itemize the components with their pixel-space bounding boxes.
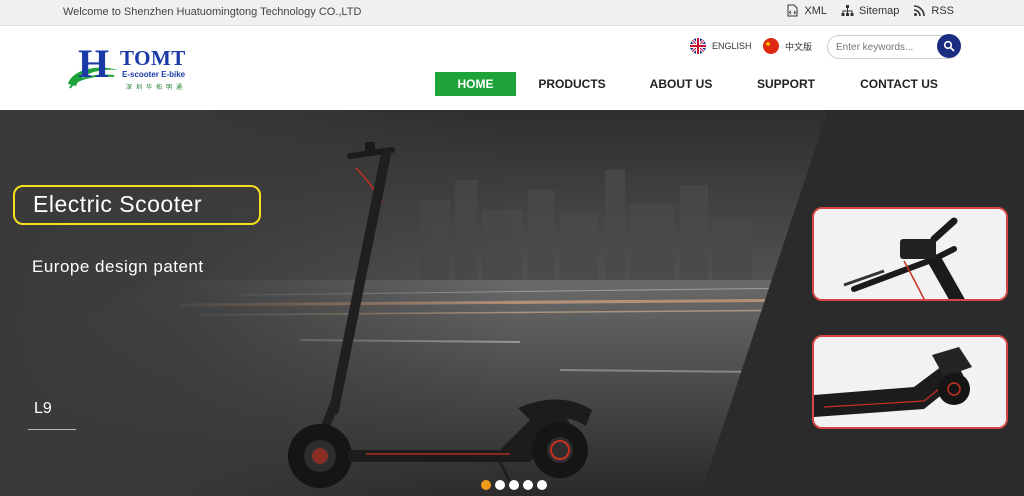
banner-subtitle: Europe design patent (32, 257, 204, 276)
thumbnail-deck[interactable] (812, 335, 1008, 429)
nav-about-us[interactable]: ABOUT US (642, 72, 720, 96)
header: H TOMT E-scooter E-bike 深圳华拓明通 ENGLISH 中… (0, 26, 1024, 110)
hero-banner[interactable]: Electric Scooter Europe design patent L9 (0, 110, 1024, 496)
search-input[interactable] (836, 39, 934, 55)
sitemap-link[interactable]: Sitemap (841, 4, 899, 17)
top-links: XML Sitemap RSS (786, 4, 954, 17)
xml-icon (787, 4, 798, 17)
logo-subtitle: E-scooter E-bike (122, 70, 186, 79)
deck-closeup-image (814, 337, 1006, 427)
thumbnail-handlebar[interactable] (812, 207, 1008, 301)
handlebar-closeup-image (814, 209, 1006, 299)
welcome-text: Welcome to Shenzhen Huatuomingtong Techn… (63, 6, 362, 18)
rss-icon (914, 5, 926, 17)
banner-title: Electric Scooter (33, 191, 203, 217)
company-logo[interactable]: H TOMT E-scooter E-bike 深圳华拓明通 (66, 44, 206, 96)
logo-brand: TOMT (120, 46, 186, 70)
language-english[interactable]: ENGLISH (690, 38, 752, 54)
rss-link[interactable]: RSS (913, 4, 954, 17)
slider-dots (481, 480, 547, 490)
slide-dot-5[interactable] (537, 480, 547, 490)
top-bar: Welcome to Shenzhen Huatuomingtong Techn… (0, 0, 1024, 26)
slide-dot-3[interactable] (509, 480, 519, 490)
nav-products[interactable]: PRODUCTS (530, 72, 614, 96)
slide-dot-4[interactable] (523, 480, 533, 490)
search-button[interactable] (937, 34, 961, 58)
search-icon (943, 40, 955, 52)
sitemap-icon (841, 5, 854, 16)
language-english-label: ENGLISH (712, 41, 752, 51)
nav-support[interactable]: SUPPORT (749, 72, 823, 96)
logo-letter: H (78, 41, 110, 86)
xml-link[interactable]: XML (786, 4, 827, 17)
search-box (827, 34, 961, 59)
uk-flag-icon (690, 38, 706, 54)
language-chinese[interactable]: 中文版 (763, 38, 812, 54)
language-chinese-label: 中文版 (785, 41, 813, 52)
slide-dot-1[interactable] (481, 480, 491, 490)
sitemap-label: Sitemap (859, 4, 900, 17)
rss-label: RSS (931, 4, 954, 17)
nav-home[interactable]: HOME (435, 72, 516, 96)
scooter-image (288, 142, 592, 488)
logo-chinese: 深圳华拓明通 (126, 85, 187, 91)
xml-label: XML (804, 4, 828, 17)
nav-contact-us[interactable]: CONTACT US (852, 72, 946, 96)
banner-model: L9 (34, 400, 52, 417)
model-underline (28, 429, 76, 430)
china-flag-icon (763, 38, 779, 54)
slide-dot-2[interactable] (495, 480, 505, 490)
